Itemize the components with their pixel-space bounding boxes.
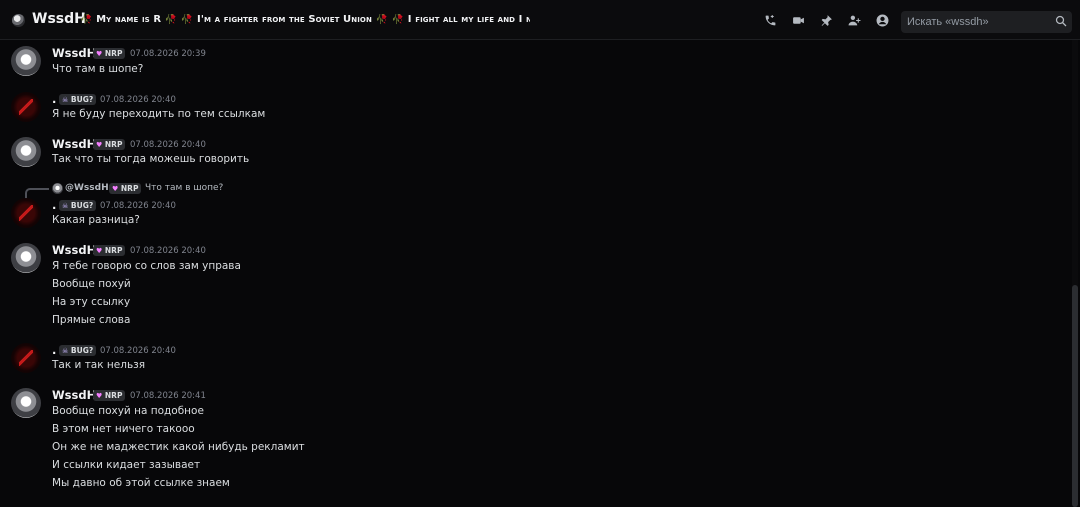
username[interactable]: WssdH xyxy=(52,137,96,151)
timestamp: 07.08.2026 20:40 xyxy=(100,95,176,105)
timestamp: 07.08.2026 20:41 xyxy=(130,391,206,401)
message-text: Вообще похуй xyxy=(52,278,131,290)
reply-avatar[interactable] xyxy=(52,183,63,194)
avatar[interactable] xyxy=(11,46,41,76)
message-text: Прямые слова xyxy=(52,314,131,326)
username[interactable]: WssdH xyxy=(52,46,96,60)
server-tag[interactable]: ☠ BUG? xyxy=(59,94,97,105)
skull-icon: ☠ xyxy=(62,347,69,355)
message-text: Какая разница? xyxy=(52,214,140,226)
username[interactable]: . xyxy=(52,198,56,212)
username[interactable]: WssdH xyxy=(52,388,96,402)
timestamp: 07.08.2026 20:40 xyxy=(130,140,206,150)
search-input[interactable] xyxy=(901,11,1063,33)
heart-icon: ♥ xyxy=(96,50,103,58)
pin-icon[interactable] xyxy=(820,14,833,27)
message-text: Так что ты тогда можешь говорить xyxy=(52,153,250,165)
message-text: Я тебе говорю со слов зам управа xyxy=(52,260,241,272)
heart-icon: ♥ xyxy=(96,392,103,400)
user-profile-icon[interactable] xyxy=(876,14,889,27)
heart-icon: ♥ xyxy=(96,247,103,255)
add-member-icon[interactable] xyxy=(848,14,861,27)
message-text: Он же не маджестик какой нибудь рекламит xyxy=(52,441,305,453)
skull-icon: ☠ xyxy=(62,96,69,104)
timestamp: 07.08.2026 20:40 xyxy=(130,246,206,256)
username[interactable]: . xyxy=(52,92,56,106)
message-text: И ссылки кидает зазывает xyxy=(52,459,201,471)
server-tag[interactable]: ♥ NRP xyxy=(93,48,126,59)
username[interactable]: WssdH xyxy=(52,243,96,257)
username[interactable]: . xyxy=(52,343,56,357)
heart-icon: ♥ xyxy=(112,185,119,193)
message-text: Так и так нельзя xyxy=(52,359,146,371)
server-tag[interactable]: ♥ NRP xyxy=(93,390,126,401)
avatar[interactable] xyxy=(11,243,41,273)
avatar[interactable] xyxy=(11,92,41,122)
server-tag[interactable]: ♥ NRP xyxy=(93,139,126,150)
reply-server-tag[interactable]: ♥ NRP xyxy=(109,183,142,194)
server-tag[interactable]: ♥ NRP xyxy=(93,245,126,256)
heart-icon: ♥ xyxy=(96,141,103,149)
timestamp: 07.08.2026 20:40 xyxy=(100,201,176,211)
timestamp: 07.08.2026 20:39 xyxy=(130,49,206,59)
message-text: Я не буду переходить по тем ссылкам xyxy=(52,108,266,120)
message-text: Что там в шопе? xyxy=(52,63,144,75)
skull-icon: ☠ xyxy=(62,202,69,210)
reply-preview-text[interactable]: Что там в шопе? xyxy=(145,183,223,193)
avatar[interactable] xyxy=(11,198,41,228)
channel-title: WssdH xyxy=(32,11,86,27)
search-box[interactable] xyxy=(901,11,1072,33)
message-text: Мы давно об этой ссылке знаем xyxy=(52,477,230,489)
phone-call-icon[interactable] xyxy=(764,14,777,27)
search-icon[interactable] xyxy=(1055,15,1067,27)
message-text: На эту ссылку xyxy=(52,296,131,308)
scrollbar-thumb[interactable] xyxy=(1072,285,1078,507)
channel-topic[interactable]: 🥀 My name is R 🥀 🥀 I'm a fighter from th… xyxy=(80,14,530,25)
avatar[interactable] xyxy=(11,388,41,418)
dm-user-avatar[interactable] xyxy=(12,14,25,27)
server-tag[interactable]: ☠ BUG? xyxy=(59,200,97,211)
reply-username[interactable]: @WssdH xyxy=(65,183,109,193)
timestamp: 07.08.2026 20:40 xyxy=(100,346,176,356)
channel-header: WssdH 🥀 My name is R 🥀 🥀 I'm a fighter f… xyxy=(0,0,1080,40)
message-text: Вообще похуй на подобное xyxy=(52,405,204,417)
video-call-icon[interactable] xyxy=(792,14,805,27)
avatar[interactable] xyxy=(11,343,41,373)
avatar[interactable] xyxy=(11,137,41,167)
message-text: В этом нет ничего такооо xyxy=(52,423,195,435)
server-tag[interactable]: ☠ BUG? xyxy=(59,345,97,356)
